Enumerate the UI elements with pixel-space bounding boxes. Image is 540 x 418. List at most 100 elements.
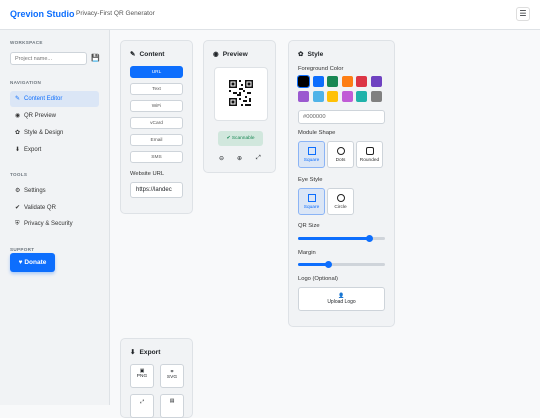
export-svg-button[interactable]: ⌗ SVG <box>160 364 184 388</box>
card-title: Preview <box>222 51 248 58</box>
color-swatch[interactable] <box>341 91 353 102</box>
type-vcard-button[interactable]: vCard <box>130 117 183 129</box>
color-swatch[interactable] <box>356 76 367 87</box>
nav-qr-preview[interactable]: ◉ QR Preview <box>10 108 99 124</box>
nav-label: Content Editor <box>24 96 63 102</box>
nav-validate-qr[interactable]: ✔ Validate QR <box>10 200 99 216</box>
style-card: ✿ Style Foreground Color #000000 Module S… <box>288 40 395 327</box>
margin-slider[interactable] <box>298 261 385 268</box>
eye-icon: ◉ <box>15 113 21 119</box>
eye-style-label: Eye Style <box>298 177 323 183</box>
foreground-color-label: Foreground Color <box>298 66 344 72</box>
export-png-button[interactable]: ▣ PNG <box>130 364 154 388</box>
nav-settings[interactable]: ⚙ Settings <box>10 183 99 199</box>
option-label: Dots <box>335 158 346 163</box>
module-square-option[interactable]: Square <box>298 141 325 168</box>
color-swatch[interactable] <box>370 91 382 102</box>
download-icon: ⬇ <box>130 349 136 356</box>
color-swatch[interactable] <box>327 76 338 87</box>
expand-icon[interactable]: ⤢ <box>130 394 154 418</box>
donate-label: Donate <box>24 259 47 266</box>
card-title: Export <box>139 349 161 356</box>
format-label: PNG <box>136 374 148 379</box>
support-label: SUPPORT <box>10 247 35 252</box>
rounded-square-icon <box>365 147 374 155</box>
qr-code-preview <box>214 67 268 121</box>
square-icon <box>307 194 316 202</box>
color-swatch[interactable] <box>370 76 382 87</box>
eye-square-option[interactable]: Square <box>298 188 325 215</box>
margin-label: Margin <box>298 250 316 256</box>
navigation-label: NAVIGATION <box>10 80 42 85</box>
nav-label: Validate QR <box>24 205 56 211</box>
nav-label: Export <box>24 147 42 153</box>
module-dots-option[interactable]: Dots <box>327 141 354 168</box>
option-label: Rounded <box>359 158 380 163</box>
eye-icon: ◉ <box>213 51 219 58</box>
nav-content-editor[interactable]: ✎ Content Editor <box>10 91 99 107</box>
nav-label: Settings <box>24 188 46 194</box>
type-url-button[interactable]: URL <box>130 66 183 78</box>
file-icon[interactable]: ▤ <box>160 394 184 418</box>
project-name-input[interactable] <box>10 52 87 65</box>
palette-icon: ✿ <box>15 130 21 136</box>
upload-logo-button[interactable]: 👤 Upload Logo <box>298 287 385 311</box>
palette-icon: ✿ <box>298 51 304 58</box>
type-sms-button[interactable]: SMS <box>130 151 183 163</box>
nav-privacy-security[interactable]: ⛨ Privacy & Security <box>10 217 99 233</box>
shield-icon: ⛨ <box>15 221 20 227</box>
url-input[interactable]: https://landec <box>130 182 183 198</box>
url-label: Website URL <box>130 171 165 177</box>
color-swatch[interactable] <box>356 91 367 102</box>
hex-color-input[interactable]: #000000 <box>298 110 385 124</box>
type-text-button[interactable]: Text <box>130 83 183 95</box>
export-card: ⬇ Export ▣ PNG ⌗ SVG ⤢ ▤ <box>120 338 193 418</box>
download-icon: ⬇ <box>15 147 21 153</box>
eye-circle-option[interactable]: Circle <box>327 188 354 215</box>
status-text: Scannable <box>231 136 255 141</box>
fullscreen-icon[interactable]: ⤢ <box>256 155 261 162</box>
option-label: Square <box>303 205 320 210</box>
menu-icon[interactable]: ☰ <box>516 7 530 21</box>
option-label: Circle <box>334 205 347 210</box>
zoom-in-icon[interactable]: ⊕ <box>237 155 242 162</box>
color-swatch[interactable] <box>297 75 310 88</box>
color-swatch[interactable] <box>341 76 353 87</box>
scannable-badge: ✔ Scannable <box>218 131 263 146</box>
workspace-label: WORKSPACE <box>10 40 43 45</box>
square-icon <box>307 147 316 155</box>
type-email-button[interactable]: Email <box>130 134 183 146</box>
circle-icon <box>336 194 345 202</box>
tools-label: TOOLS <box>10 172 28 177</box>
save-icon[interactable]: 💾 <box>91 54 100 62</box>
color-swatch[interactable] <box>327 91 338 102</box>
sidebar: WORKSPACE 💾 NAVIGATION ✎Content Editor ◉… <box>0 30 110 405</box>
logo-label: Logo (Optional) <box>298 276 338 282</box>
module-rounded-option[interactable]: Rounded <box>356 141 383 168</box>
nav-label: QR Preview <box>24 113 57 119</box>
module-shape-label: Module Shape <box>298 130 336 136</box>
top-bar: Qrevion Studio Privacy-First QR Generato… <box>0 0 540 30</box>
gear-icon: ⚙ <box>15 188 21 194</box>
preview-card: ◉ Preview ✔ Scannable ⊖ ⊕ ⤢ <box>203 40 276 173</box>
nav-export[interactable]: ⬇ Export <box>10 142 99 158</box>
qr-code-image <box>229 80 253 106</box>
nav-label: Style & Design <box>24 130 64 136</box>
nav-style-design[interactable]: ✿ Style & Design <box>10 125 99 141</box>
edit-icon: ✎ <box>130 51 136 58</box>
brand-title: Qrevion Studio <box>10 9 75 19</box>
qr-size-label: QR Size <box>298 223 320 229</box>
type-wifi-button[interactable]: WiFi <box>130 100 183 112</box>
edit-icon: ✎ <box>15 96 21 102</box>
color-swatch[interactable] <box>312 91 324 102</box>
option-label: Square <box>303 158 320 163</box>
nav-label: Privacy & Security <box>24 221 73 227</box>
circle-icon <box>336 147 345 155</box>
color-swatch[interactable] <box>312 76 324 87</box>
color-swatch[interactable] <box>298 91 309 102</box>
content-card: ✎ Content URL Text WiFi vCard Email SMS W… <box>120 40 193 214</box>
zoom-out-icon[interactable]: ⊖ <box>219 155 224 162</box>
upload-label: Upload Logo <box>327 299 356 305</box>
donate-button[interactable]: ♥ Donate <box>10 253 55 272</box>
qr-size-slider[interactable] <box>298 235 385 242</box>
